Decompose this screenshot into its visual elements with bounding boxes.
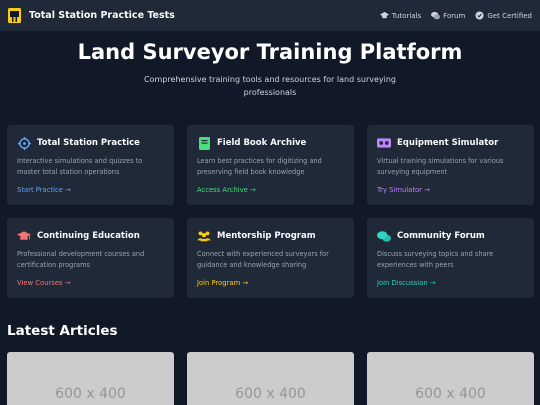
card-equipment-simulator: Equipment Simulator Virtual training sim… xyxy=(367,125,534,205)
article-image-placeholder: 600 x 400 xyxy=(187,352,354,405)
card-continuing-education: Continuing Education Professional develo… xyxy=(7,218,174,298)
top-navbar: Total Station Practice Tests Tutorials F… xyxy=(0,0,540,31)
logo-icon[interactable] xyxy=(8,8,21,23)
card-total-station-practice: Total Station Practice Interactive simul… xyxy=(7,125,174,205)
card-description: Learn best practices for digitizing and … xyxy=(197,157,322,176)
article-image-placeholder: 600 x 400 xyxy=(7,352,174,405)
card-title: Total Station Practice xyxy=(37,138,140,148)
try-simulator-link[interactable]: Try Simulator → xyxy=(377,186,430,194)
article-card[interactable]: 600 x 400 xyxy=(367,352,534,405)
nav-get-certified-label: Get Certified xyxy=(487,11,532,20)
card-description: Professional development courses and cer… xyxy=(17,250,145,269)
nav-tutorials-link[interactable]: Tutorials xyxy=(379,11,422,20)
nav-tutorials-label: Tutorials xyxy=(391,11,422,20)
card-title: Community Forum xyxy=(397,231,485,241)
users-icon xyxy=(197,229,211,243)
section-title-latest-articles: Latest Articles xyxy=(7,323,118,339)
card-description: Virtual training simulations for various… xyxy=(377,157,504,176)
nav-forum-link[interactable]: Forum xyxy=(431,11,465,20)
card-description: Connect with experienced surveyors for g… xyxy=(197,250,329,269)
card-description: Interactive simulations and quizzes to m… xyxy=(17,157,143,176)
card-title: Continuing Education xyxy=(37,231,140,241)
nav-forum-label: Forum xyxy=(443,11,466,20)
comments-icon xyxy=(377,229,391,243)
brand-title[interactable]: Total Station Practice Tests xyxy=(29,10,175,21)
card-field-book-archive: Field Book Archive Learn best practices … xyxy=(187,125,354,205)
page-subtitle: Comprehensive training tools and resourc… xyxy=(144,75,396,97)
card-title: Equipment Simulator xyxy=(397,138,499,148)
article-image-placeholder: 600 x 400 xyxy=(367,352,534,405)
book-icon xyxy=(197,136,211,150)
view-courses-link[interactable]: View Courses → xyxy=(17,279,70,287)
top-nav: Tutorials Forum Get Certified xyxy=(379,11,532,20)
start-practice-link[interactable]: Start Practice → xyxy=(17,186,71,194)
chat-icon xyxy=(431,11,441,20)
card-mentorship-program: Mentorship Program Connect with experien… xyxy=(187,218,354,298)
page-title: Land Surveyor Training Platform xyxy=(77,40,463,64)
card-description: Discuss surveying topics and share exper… xyxy=(377,250,494,269)
access-archive-link[interactable]: Access Archive → xyxy=(197,186,256,194)
card-title: Mentorship Program xyxy=(217,231,316,241)
article-card[interactable]: 600 x 400 xyxy=(7,352,174,405)
join-discussion-link[interactable]: Join Discussion → xyxy=(377,279,436,287)
crosshair-icon xyxy=(17,136,31,150)
graduation-icon xyxy=(379,11,389,20)
nav-get-certified-link[interactable]: Get Certified xyxy=(475,11,532,20)
card-title: Field Book Archive xyxy=(217,138,307,148)
card-community-forum: Community Forum Discuss surveying topics… xyxy=(367,218,534,298)
join-program-link[interactable]: Join Program → xyxy=(197,279,248,287)
graduation-cap-icon xyxy=(17,229,31,243)
article-card[interactable]: 600 x 400 xyxy=(187,352,354,405)
badge-icon xyxy=(475,11,484,20)
vr-headset-icon xyxy=(377,136,391,150)
